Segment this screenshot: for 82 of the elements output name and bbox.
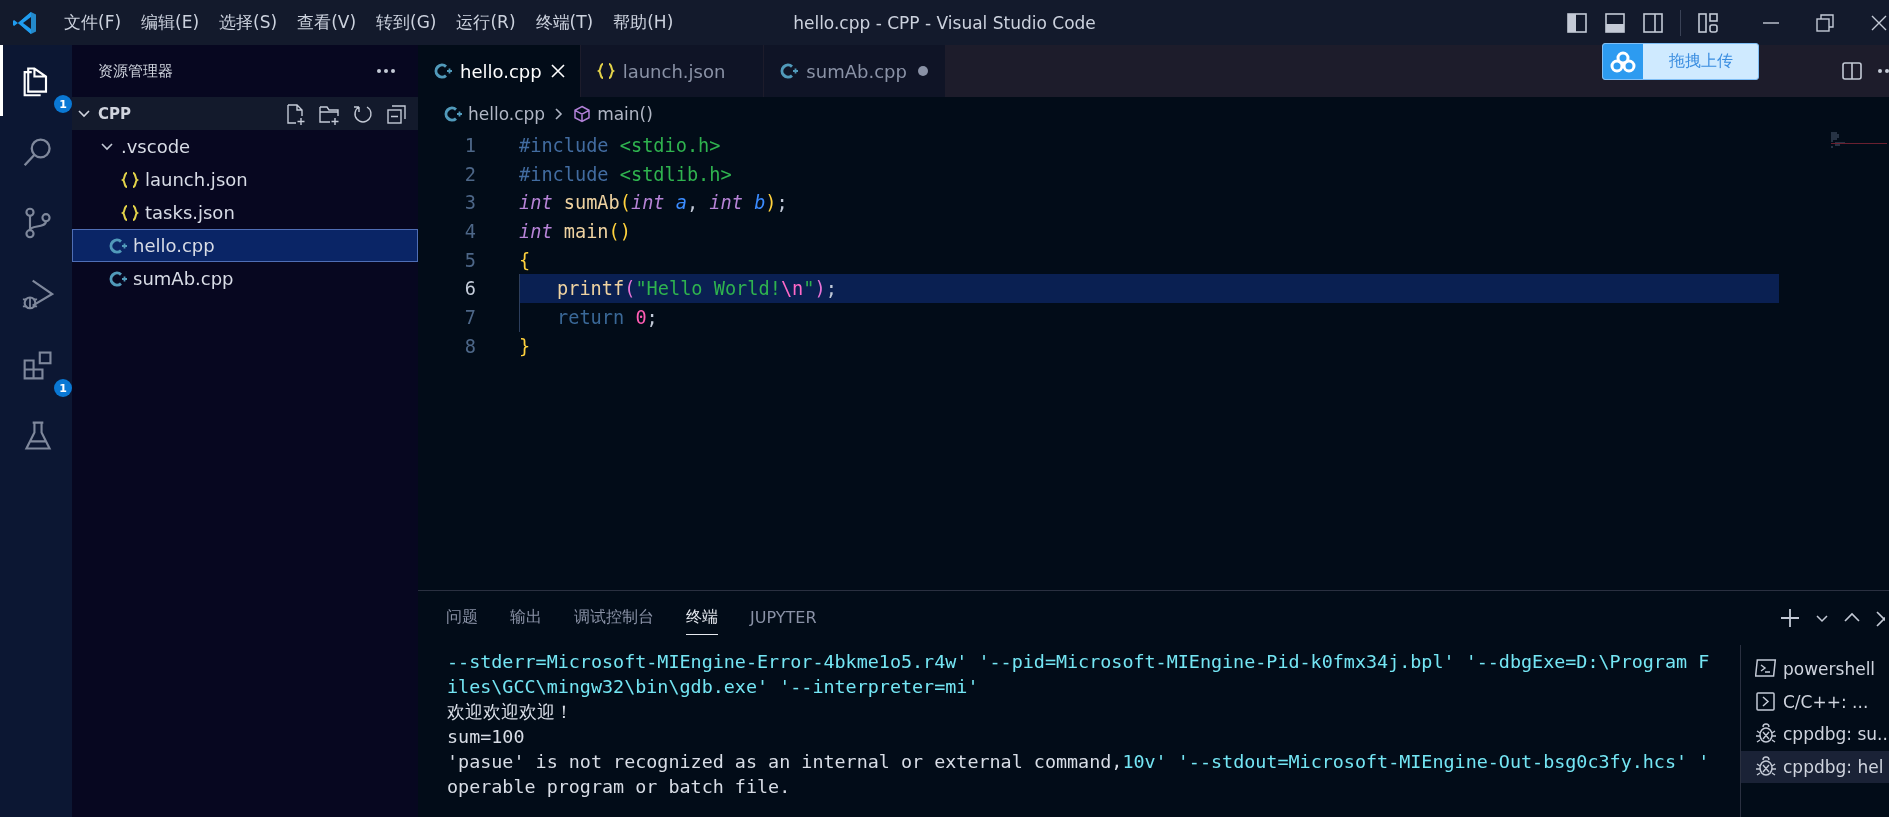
extensions-icon[interactable] [21, 348, 54, 381]
tree-item[interactable]: tasks.json [72, 196, 418, 229]
code-line: { [519, 248, 532, 273]
code-line: #include <stdlib.h> [519, 162, 733, 187]
section-title: CPP [98, 104, 132, 123]
breadcrumb-item[interactable]: hello.cpp [444, 104, 546, 124]
sidebar-layout-icon[interactable] [1566, 11, 1588, 34]
bug-icon [1755, 723, 1777, 746]
editor-tab[interactable]: launch.json [580, 45, 765, 97]
code-line: } [519, 334, 532, 359]
code-line: return 0; [519, 303, 1779, 332]
braces-icon [121, 203, 139, 222]
cpp-file-icon [780, 62, 799, 80]
tree-item[interactable]: hello.cpp [72, 229, 418, 262]
tree-item[interactable]: launch.json [72, 163, 418, 196]
line-number: 4 [463, 220, 476, 242]
menu-item[interactable]: 文件(F) [56, 7, 130, 38]
panel-tab[interactable]: 终端 [686, 601, 718, 635]
app-logo-icon [12, 9, 38, 36]
line-number: 1 [463, 134, 476, 156]
code-line: int sumAb(int a, int b); [519, 191, 789, 216]
section-header[interactable]: CPP [72, 97, 418, 130]
search-icon[interactable] [21, 135, 54, 168]
more-icon[interactable] [1877, 68, 1889, 74]
collapse-all-icon[interactable] [386, 102, 408, 125]
panel-tab[interactable]: JUPYTER [750, 602, 817, 634]
terminal-line: 'pasue' is not recognized as an internal or external command,10v' '--stdout=Microsoft-MIEngine-Out-bsg0c3fy.hcs' ' [447, 750, 1711, 774]
line-number: 5 [463, 249, 476, 271]
line-number: 8 [463, 335, 476, 357]
terminal-line: --stderr=Microsoft-MIEngine-Error-4bkme1o5.r4w' '--pid=Microsoft-MIEngine-Pid-k0fmx34j.bpl' '--dbgExe=D:\Program F [447, 650, 1711, 674]
menu-item[interactable]: 转到(G) [368, 7, 445, 38]
count-badge: 1 [54, 95, 72, 113]
editor-tab[interactable]: hello.cpp [418, 45, 581, 97]
terminal-tab[interactable]: cppdbg: hel [1741, 750, 1889, 783]
bug-icon [1755, 755, 1777, 778]
line-number: 6 [463, 278, 476, 300]
menu-item[interactable]: 运行(R) [448, 7, 524, 38]
terminal-tab[interactable]: powershell [1741, 653, 1889, 686]
new-file-icon[interactable] [284, 102, 306, 125]
restore-icon[interactable] [1815, 12, 1835, 33]
terminal-line: iles\GCC\mingw32\bin\gdb.exe' '--interpreter=mi' [447, 675, 980, 699]
panel-title: 资源管理器 [98, 61, 173, 81]
line-number: 3 [463, 192, 476, 214]
cloud-icon [1610, 50, 1636, 73]
code-line: #include <stdio.h> [519, 133, 722, 158]
cpp-file-icon [109, 236, 127, 255]
cpp-file-icon [444, 105, 462, 123]
more-icon[interactable] [376, 68, 396, 74]
terminal-line: sum=100 [447, 725, 526, 749]
count-badge: 1 [54, 379, 72, 397]
panel-tab[interactable]: 问题 [446, 601, 478, 635]
window-title: hello.cpp - CPP - Visual Studio Code [793, 12, 1096, 33]
line-number: 2 [463, 163, 476, 185]
panel-tab[interactable]: 调试控制台 [574, 601, 654, 635]
menu-item[interactable]: 编辑(E) [133, 7, 208, 38]
split-editor-icon[interactable] [1841, 60, 1863, 82]
run-debug-icon[interactable] [21, 277, 54, 310]
terminal-tab[interactable]: cppdbg: su... [1741, 718, 1889, 751]
menu-item[interactable]: 查看(V) [289, 7, 365, 38]
tree-item[interactable]: sumAb.cpp [72, 262, 418, 295]
menu-item[interactable]: 终端(T) [527, 7, 602, 38]
editor-tab[interactable]: sumAb.cpp [764, 45, 946, 97]
menu-item[interactable]: 帮助(H) [605, 7, 682, 38]
tree-item[interactable]: .vscode [72, 130, 418, 163]
plus-icon[interactable] [1779, 607, 1801, 629]
cpp-file-icon [434, 62, 452, 80]
panel-layout-icon[interactable] [1604, 11, 1626, 34]
line-number: 7 [463, 306, 476, 328]
cube-icon [573, 105, 592, 123]
terminal-tab[interactable]: C/C++: ... [1741, 685, 1889, 718]
menu-item[interactable]: 选择(S) [211, 7, 286, 38]
panel-tab[interactable]: 输出 [510, 601, 542, 635]
braces-icon [121, 170, 139, 189]
breadcrumb-item[interactable]: main() [573, 104, 653, 124]
split-layout-icon[interactable] [1642, 11, 1664, 34]
layout-grid-icon[interactable] [1697, 11, 1719, 34]
code-line: int main() [519, 219, 632, 244]
braces-icon [596, 62, 615, 80]
chevron-box-icon [1755, 690, 1777, 713]
terminal-line: operable program or batch file. [447, 775, 792, 799]
terminal-line: 欢迎欢迎欢迎！ [447, 700, 574, 724]
cpp-file-icon [109, 269, 127, 288]
